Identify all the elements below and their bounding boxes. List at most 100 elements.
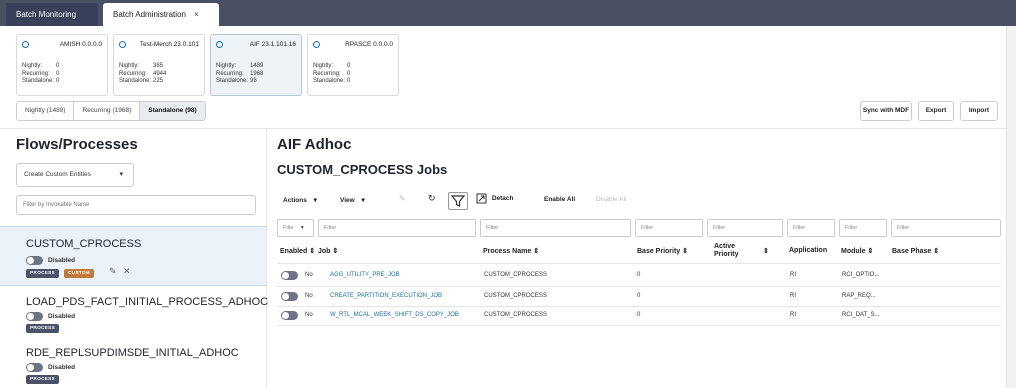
column-header-enabled[interactable]: Enabled ⇕ (280, 247, 315, 255)
detach-icon (476, 193, 487, 204)
flow-item-rde-replsup[interactable]: RDE_REPLSUPDIMSDE_INITIAL_ADHOC Disabled… (0, 338, 266, 388)
enable-toggle[interactable] (26, 363, 43, 372)
instance-card-test-merch[interactable]: Test-Merch 23.0.101 Nightly: 385 Recurrin… (113, 34, 205, 96)
tab-nightly[interactable]: Nightly (1489) (17, 102, 75, 120)
header-label: Base Phase (892, 248, 932, 255)
disable-all-button[interactable]: Disable All (596, 196, 626, 203)
job-link[interactable]: W_RTL_MCAL_WEEK_SHIFT_DS_COPY_JOB (330, 312, 459, 318)
header-label: Module (841, 248, 866, 255)
active-priority-sort-icon[interactable]: ⇕ (763, 247, 769, 255)
flow-item-custom-cprocess[interactable]: CUSTOM_CPROCESS Disabled PROCESS CUSTOM … (0, 226, 266, 286)
application-cell: RI (790, 312, 796, 318)
header-label: Process Name (483, 248, 532, 255)
view-menu[interactable]: View ▾ (340, 196, 365, 204)
flow-status: Disabled (48, 313, 76, 320)
sync-with-mdf-button[interactable]: Sync with MDF (860, 101, 912, 121)
vertical-scrollbar[interactable] (1006, 26, 1016, 388)
jobs-subtitle: CUSTOM_CPROCESS Jobs (277, 162, 448, 177)
actions-menu[interactable]: Actions ▾ (283, 196, 317, 204)
column-header-active-priority[interactable]: Active Priority (714, 243, 754, 259)
recurring-label: Recurring: (22, 70, 50, 77)
enabled-filter-select[interactable]: Filte ▾ (277, 219, 314, 237)
header-label: Enabled (280, 248, 308, 255)
header-label: Job (318, 248, 331, 255)
row-divider (277, 306, 1001, 307)
enable-toggle[interactable] (281, 292, 298, 301)
recurring-count: 4944 (153, 70, 167, 77)
chevron-down-icon: ▾ (313, 197, 317, 204)
chevron-down-icon: ▾ (300, 225, 304, 231)
process-name-filter-input[interactable]: Filter (480, 219, 631, 237)
nightly-count: 1489 (250, 63, 264, 69)
process-name-cell: CUSTOM_CPROCESS (484, 272, 547, 278)
enable-toggle[interactable] (281, 271, 298, 280)
instance-card-rpasce[interactable]: RPASCE 0.0.0.0 Nightly: 0 Recurring: 0 Sta… (307, 34, 399, 96)
flow-name: LOAD_PDS_FACT_INITIAL_PROCESS_ADHOC (26, 296, 269, 308)
standalone-label: Standalone: (313, 78, 346, 84)
edit-icon[interactable]: ✎ (109, 266, 117, 277)
nightly-label: Nightly: (22, 63, 43, 69)
standalone-count: 0 (347, 78, 351, 84)
process-name-cell: CUSTOM_CPROCESS (484, 293, 547, 299)
application-cell: RI (790, 293, 796, 299)
module-cell: RCI_DAT_S... (842, 312, 880, 318)
close-icon[interactable]: × (194, 10, 199, 19)
column-header-base-priority[interactable]: Base Priority ⇕ (637, 247, 688, 255)
standalone-label: Standalone: (119, 78, 152, 84)
process-badge: PROCESS (26, 324, 59, 333)
enable-toggle[interactable] (281, 311, 298, 320)
job-filter-input[interactable]: Filter (318, 219, 476, 237)
enable-toggle[interactable] (26, 256, 43, 265)
detach-label: Detach (491, 195, 514, 203)
job-link[interactable]: AGG_UTILITY_PRE_JOB (330, 272, 400, 278)
filter-toggle-button[interactable] (448, 192, 468, 210)
standalone-label: Standalone: (216, 78, 249, 84)
active-priority-filter-input[interactable]: Filter (707, 219, 783, 237)
module-filter-input[interactable]: Filter (839, 219, 887, 237)
column-header-application[interactable]: Application (789, 247, 827, 254)
base-phase-filter-input[interactable]: Filter (891, 219, 1001, 237)
table-header-divider (277, 263, 1001, 264)
edit-icon[interactable]: ✎ (399, 194, 406, 203)
close-icon[interactable]: ✕ (123, 266, 131, 277)
tab-standalone[interactable]: Standalone (98) (140, 102, 205, 120)
sort-icon: ⇕ (533, 248, 540, 255)
invokable-name-filter-input[interactable]: Filter by Invokable Name (16, 195, 256, 215)
tab-batch-administration[interactable]: Batch Administration × (103, 3, 219, 26)
flow-item-load-pds[interactable]: LOAD_PDS_FACT_INITIAL_PROCESS_ADHOC Disa… (0, 287, 269, 337)
sort-icon: ⇕ (309, 248, 316, 255)
view-label: View (340, 197, 355, 204)
instance-name: AIF 23.1.101.16 (249, 40, 296, 48)
status-ring-icon (22, 40, 29, 48)
sort-icon: ⇕ (682, 248, 689, 255)
instance-card-aif[interactable]: AIF 23.1.101.16 Nightly: 1489 Recurring: 1… (210, 34, 302, 96)
instance-card-amish[interactable]: AMISH 0.0.0.0 Nightly: 0 Recurring: 0 Stan… (16, 34, 108, 96)
header-label: Active Priority (714, 243, 739, 258)
refresh-icon[interactable]: ↻ (428, 193, 436, 204)
column-header-job[interactable]: Job ⇕ (318, 247, 338, 255)
detach-button[interactable]: Detach (476, 193, 514, 204)
enable-all-button[interactable]: Enable All (544, 196, 575, 203)
column-header-base-phase[interactable]: Base Phase ⇕ (892, 247, 939, 255)
base-priority-filter-input[interactable]: Filter (635, 219, 703, 237)
import-button[interactable]: Import (960, 101, 998, 121)
sort-icon: ⇕ (867, 248, 874, 255)
column-header-module[interactable]: Module ⇕ (841, 247, 873, 255)
page-title: AIF Adhoc (277, 136, 352, 153)
filter-icon (450, 195, 466, 207)
tab-recurring[interactable]: Recurring (1968) (74, 102, 141, 120)
job-link[interactable]: CREATE_PARTITION_EXECUTION_JOB (330, 293, 442, 299)
recurring-label: Recurring: (313, 70, 341, 77)
flow-status: Disabled (48, 257, 76, 264)
tab-label: Batch Administration (113, 10, 186, 19)
application-filter-input[interactable]: Filter (787, 219, 835, 237)
export-button[interactable]: Export (918, 101, 954, 121)
tab-batch-monitoring[interactable]: Batch Monitoring (6, 3, 98, 26)
panel-divider (266, 128, 267, 388)
flow-name: RDE_REPLSUPDIMSDE_INITIAL_ADHOC (26, 347, 239, 359)
create-custom-entities-select[interactable]: Create Custom Entities ▾ (16, 163, 134, 187)
enable-toggle[interactable] (26, 312, 43, 321)
instance-name: Test-Merch 23.0.101 (139, 40, 199, 48)
base-priority-cell: 0 (637, 312, 641, 318)
column-header-process-name[interactable]: Process Name ⇕ (483, 247, 539, 255)
